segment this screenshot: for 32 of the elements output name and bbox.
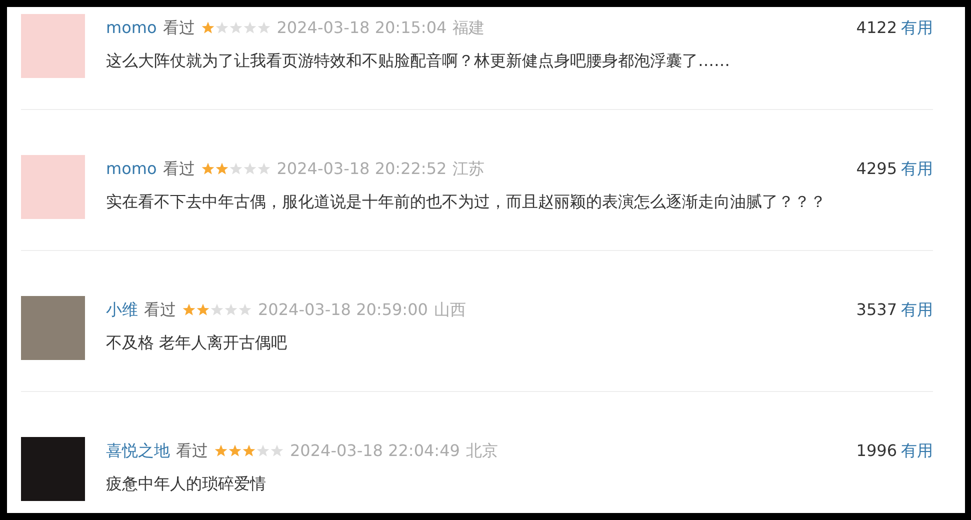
comment-time: 2024-03-18 20:15:04 <box>276 18 447 38</box>
vote-count: 4122 <box>856 18 897 37</box>
watch-status: 看过 <box>176 441 208 460</box>
useful-link[interactable]: 有用 <box>901 18 933 37</box>
useful-link[interactable]: 有用 <box>901 300 933 319</box>
username-link[interactable]: 小维 <box>106 300 138 320</box>
username-link[interactable]: momo <box>106 159 157 178</box>
avatar-image <box>21 155 85 219</box>
comment-region: 福建 <box>452 18 485 38</box>
comment-text: 疲惫中年人的琐碎爱情 <box>106 474 267 494</box>
vote-count: 1996 <box>856 441 897 460</box>
avatar-image <box>21 14 85 78</box>
comment-time: 2024-03-18 20:59:00 <box>258 300 428 320</box>
watch-status: 看过 <box>162 159 195 178</box>
comment-text: 实在看不下去中年古偶，服化道说是十年前的也不为过，而且赵丽颖的表演怎么逐渐走向油腻了？？？ <box>106 192 827 212</box>
useful-link[interactable]: 有用 <box>901 441 933 460</box>
username-link[interactable]: momo <box>106 18 157 38</box>
comment-region: 江苏 <box>452 159 485 178</box>
username-link[interactable]: 喜悦之地 <box>106 441 170 460</box>
watch-status: 看过 <box>144 300 176 320</box>
watch-status: 看过 <box>162 18 195 38</box>
comment-text: 这么大阵仗就为了让我看页游特效和不贴脸配音啊？林更新健点身吧腰身都泡浮囊了…… <box>106 51 731 70</box>
vote-count: 3537 <box>856 300 897 319</box>
useful-link[interactable]: 有用 <box>901 159 933 178</box>
vote-count: 4295 <box>856 159 897 178</box>
avatar-image <box>21 437 85 501</box>
comment-region: 北京 <box>466 441 498 460</box>
comment-time: 2024-03-18 20:22:52 <box>276 159 447 178</box>
comment-time: 2024-03-18 22:04:49 <box>290 441 460 460</box>
photo-placeholder <box>21 296 85 360</box>
comment-text: 不及格 老年人离开古偶吧 <box>106 333 288 352</box>
comment-region: 山西 <box>434 300 466 320</box>
